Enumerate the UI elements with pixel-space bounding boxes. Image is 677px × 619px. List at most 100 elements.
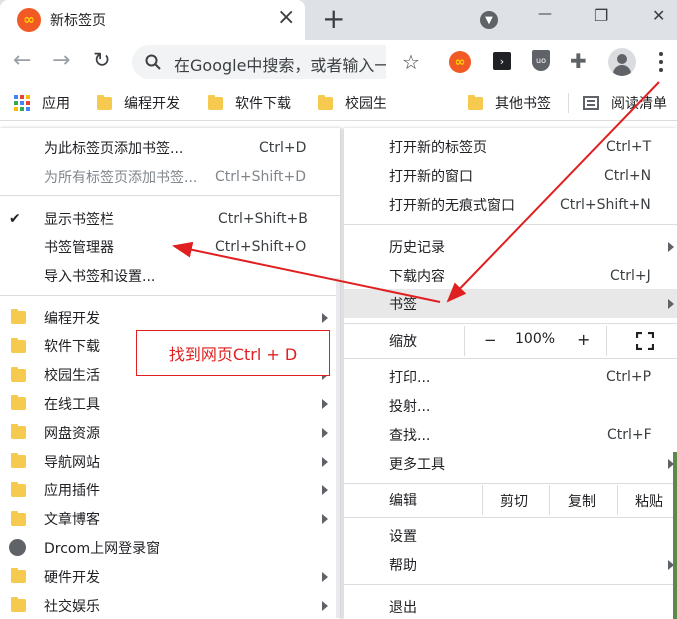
fullscreen-icon[interactable] xyxy=(636,332,654,350)
bookmark-link-item[interactable]: Drcom上网登录窗 xyxy=(0,533,340,562)
extensions-puzzle-icon[interactable]: ✚ xyxy=(570,49,587,73)
tab-close-icon[interactable]: × xyxy=(277,5,295,30)
bookmark-folder-item[interactable]: 文章博客 xyxy=(0,505,340,534)
chrome-main-menu: 打开新的标签页 Ctrl+T 打开新的窗口 Ctrl+N 打开新的无痕式窗口 C… xyxy=(344,128,677,619)
apps-grid-icon xyxy=(14,95,30,111)
bookmark-folder[interactable]: 校园生 xyxy=(318,94,386,112)
folder-icon xyxy=(11,453,26,468)
copy-button[interactable]: 复制 xyxy=(568,491,596,511)
new-tab-item[interactable]: 打开新的标签页 Ctrl+T xyxy=(344,132,677,161)
menu-label: 为所有标签页添加书签... xyxy=(44,169,198,186)
bookmark-apps[interactable]: 应用 xyxy=(14,94,70,112)
bookmark-folder-item[interactable]: 应用插件 xyxy=(0,476,340,505)
submenu-arrow-icon xyxy=(322,427,328,438)
bookmark-folder-item[interactable]: 社交娱乐 xyxy=(0,591,340,619)
bookmark-folder-item[interactable]: 硬件开发 xyxy=(0,562,340,591)
bookmark-label: 编程开发 xyxy=(124,96,180,112)
menu-label: Drcom上网登录窗 xyxy=(44,540,161,557)
bookmark-folder-item[interactable]: 编程开发 xyxy=(0,303,340,332)
menu-separator xyxy=(344,358,677,359)
menu-shortcut: Ctrl+N xyxy=(604,167,652,184)
submenu-scrollbar[interactable] xyxy=(336,278,340,618)
terminal-extension-icon[interactable]: › xyxy=(493,52,511,70)
edit-divider xyxy=(549,485,550,515)
exit-item[interactable]: 退出 xyxy=(344,592,677,619)
bookmarks-bar: 应用 编程开发 软件下载 校园生 其他书签 阅读清单 xyxy=(0,85,677,121)
bookmark-folder-item[interactable]: 网盘资源 xyxy=(0,418,340,447)
bookmark-this-tab-item[interactable]: 为此标签页添加书签... Ctrl+D xyxy=(0,133,340,162)
import-bookmarks-item[interactable]: 导入书签和设置... xyxy=(0,261,340,290)
menu-label: 导航网站 xyxy=(44,454,100,471)
menu-label: 网盘资源 xyxy=(44,425,100,442)
find-item[interactable]: 查找... Ctrl+F xyxy=(344,420,677,449)
bookmark-label: 校园生 xyxy=(345,96,386,112)
tab-strip: ∞ 新标签页 × + ▼ — ❐ ✕ xyxy=(0,0,677,40)
new-window-item[interactable]: 打开新的窗口 Ctrl+N xyxy=(344,161,677,190)
submenu-arrow-icon xyxy=(322,600,328,611)
reload-icon[interactable]: ↻ xyxy=(93,48,111,72)
bookmark-other-folder[interactable]: 其他书签 xyxy=(468,94,551,112)
bookmark-folder-item[interactable]: 导航网站 xyxy=(0,447,340,476)
settings-item[interactable]: 设置 xyxy=(344,521,677,550)
cast-item[interactable]: 投射... xyxy=(344,391,677,420)
chrome-menu-icon[interactable] xyxy=(659,52,663,72)
back-icon[interactable]: ← xyxy=(13,48,31,73)
zoom-in-button[interactable]: + xyxy=(577,330,590,349)
print-item[interactable]: 打印... Ctrl+P xyxy=(344,362,677,391)
submenu-arrow-icon xyxy=(322,571,328,582)
infinity-extension-icon[interactable]: ∞ xyxy=(449,51,471,73)
menu-label: 编程开发 xyxy=(44,310,100,327)
menu-shortcut: Ctrl+P xyxy=(606,368,652,385)
favicon-infinity-icon: ∞ xyxy=(17,8,41,32)
folder-icon xyxy=(11,309,26,324)
menu-shortcut: Ctrl+J xyxy=(610,267,651,284)
bookmark-label: 软件下载 xyxy=(235,96,291,112)
bookmark-star-icon[interactable]: ☆ xyxy=(402,50,420,74)
zoom-out-button[interactable]: − xyxy=(484,331,497,349)
tab-new-tab[interactable]: ∞ 新标签页 × xyxy=(0,0,305,40)
menu-label: 在线工具 xyxy=(44,396,100,413)
folder-icon xyxy=(11,366,26,382)
menu-shortcut: Ctrl+Shift+N xyxy=(560,196,651,213)
bookmark-folder-item[interactable]: 在线工具 xyxy=(0,389,340,418)
profile-avatar-icon[interactable] xyxy=(608,48,636,76)
menu-separator xyxy=(344,224,677,225)
new-tab-button[interactable]: + xyxy=(322,2,345,35)
restore-icon[interactable]: ❐ xyxy=(594,6,608,25)
menu-shortcut: Ctrl+Shift+D xyxy=(215,168,306,185)
bookmark-all-tabs-item[interactable]: 为所有标签页添加书签... Ctrl+Shift+D xyxy=(0,162,340,191)
history-item[interactable]: 历史记录 xyxy=(344,232,677,261)
minimize-icon[interactable]: — xyxy=(538,6,552,22)
paste-button[interactable]: 粘贴 xyxy=(635,491,663,511)
bookmark-folder[interactable]: 软件下载 xyxy=(208,94,291,112)
menu-separator xyxy=(344,483,677,484)
more-tools-item[interactable]: 更多工具 xyxy=(344,449,677,478)
ublock-extension-icon[interactable]: uo xyxy=(532,50,550,71)
cut-button[interactable]: 剪切 xyxy=(500,491,528,511)
folder-icon xyxy=(11,337,26,353)
menu-label: 校园生活 xyxy=(44,368,100,385)
menu-label: 社交娱乐 xyxy=(44,598,100,615)
menu-label: 退出 xyxy=(389,599,417,616)
profile-dropdown-icon[interactable]: ▼ xyxy=(480,11,498,29)
folder-icon xyxy=(468,94,483,110)
tab-title: 新标签页 xyxy=(50,13,106,29)
help-item[interactable]: 帮助 xyxy=(344,550,677,579)
extension-area: ☆ ∞ › uo ✚ xyxy=(386,40,677,85)
bookmarks-item[interactable]: 书签 xyxy=(344,289,677,318)
close-window-icon[interactable]: ✕ xyxy=(652,6,665,25)
bookmark-label: 阅读清单 xyxy=(611,96,667,112)
menu-label: 应用插件 xyxy=(44,483,100,500)
bookmark-manager-item[interactable]: 书签管理器 Ctrl+Shift+O xyxy=(0,232,340,261)
show-bookmarks-bar-item[interactable]: ✔ 显示书签栏 Ctrl+Shift+B xyxy=(0,204,340,233)
reading-list-button[interactable]: 阅读清单 xyxy=(583,94,667,112)
forward-icon[interactable]: → xyxy=(52,48,70,73)
checkmark-icon: ✔ xyxy=(9,210,21,227)
menu-label: 导入书签和设置... xyxy=(44,268,156,285)
menu-label: 历史记录 xyxy=(389,239,445,256)
bookmark-folder[interactable]: 编程开发 xyxy=(97,94,180,112)
folder-icon xyxy=(11,568,26,584)
menu-label: 书签 xyxy=(389,296,417,313)
downloads-item[interactable]: 下载内容 Ctrl+J xyxy=(344,261,677,290)
new-incognito-window-item[interactable]: 打开新的无痕式窗口 Ctrl+Shift+N xyxy=(344,190,677,219)
